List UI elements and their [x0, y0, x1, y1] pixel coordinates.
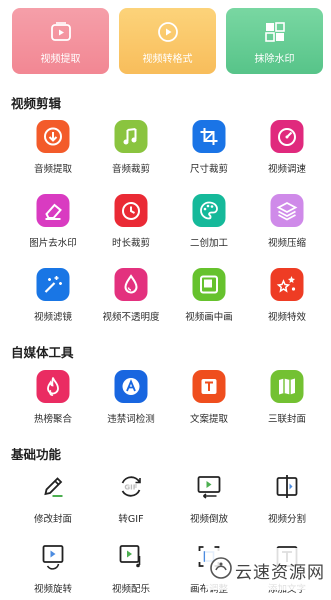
- video-extract-icon: [49, 20, 73, 44]
- tool-label: 视频配乐: [111, 584, 150, 595]
- section-title-video-edit: 视频剪辑: [11, 96, 62, 111]
- effects-stars-icon: [270, 268, 304, 301]
- erase-watermark-icon: [263, 20, 287, 44]
- tool-label: 音频裁剪: [111, 164, 150, 175]
- tool-label: 视频旋转: [33, 584, 72, 595]
- tool-filter[interactable]: 视频滤镜: [17, 268, 89, 328]
- tool-pip[interactable]: 视频画中画: [173, 268, 245, 328]
- music-icon: [115, 540, 148, 573]
- tool-label: 图片去水印: [29, 238, 77, 249]
- erase-watermark-label: 抹除水印: [254, 54, 295, 65]
- word-check-icon: [114, 370, 148, 403]
- tool-label: 修改封面: [33, 514, 72, 525]
- tool-label: 视频特效: [267, 312, 306, 323]
- opacity-drop-icon: [114, 268, 148, 301]
- tool-speed[interactable]: 视频调速: [251, 120, 323, 180]
- tool-text-extract[interactable]: 文案提取: [173, 370, 245, 430]
- tool-audio-trim[interactable]: 音频裁剪: [95, 120, 167, 180]
- tool-compress[interactable]: 视频压缩: [251, 194, 323, 254]
- pip-icon: [192, 268, 226, 301]
- tool-label: 违禁词检测: [107, 414, 155, 425]
- triple-cover-icon: [270, 370, 304, 403]
- tool-label: 视频滤镜: [33, 312, 72, 323]
- video-convert-card[interactable]: 视频转格式: [119, 8, 216, 74]
- speed-icon: [270, 120, 304, 153]
- tool-label: 视频不透明度: [102, 312, 160, 323]
- tool-duration[interactable]: 时长裁剪: [95, 194, 167, 254]
- tool-remix[interactable]: 二创加工: [173, 194, 245, 254]
- reverse-play-icon: [193, 470, 226, 503]
- watermark-text: 云速资源网: [235, 563, 325, 583]
- tool-rotate[interactable]: 视频旋转: [17, 540, 89, 600]
- tool-label: 音频提取: [33, 164, 72, 175]
- tool-word-check[interactable]: 违禁词检测: [95, 370, 167, 430]
- image-eraser-icon: [36, 194, 70, 227]
- video-convert-label: 视频转格式: [142, 54, 193, 65]
- tool-label: 尺寸裁剪: [189, 164, 228, 175]
- erase-watermark-card[interactable]: 抹除水印: [226, 8, 323, 74]
- tool-reverse[interactable]: 视频倒放: [173, 470, 245, 530]
- tool-music[interactable]: 视频配乐: [95, 540, 167, 600]
- tool-label: 文案提取: [189, 414, 228, 425]
- audio-trim-icon: [114, 120, 148, 153]
- tool-label: 转GIF: [118, 514, 144, 525]
- tool-crop[interactable]: 尺寸裁剪: [173, 120, 245, 180]
- hot-flame-icon: [36, 370, 70, 403]
- tool-label: 三联封面: [267, 414, 306, 425]
- tool-split[interactable]: 视频分割: [251, 470, 323, 530]
- tool-to-gif[interactable]: GIF 转GIF: [95, 470, 167, 530]
- tool-label: 视频倒放: [189, 514, 228, 525]
- crop-icon: [192, 120, 226, 153]
- tool-edit-cover[interactable]: 修改封面: [17, 470, 89, 530]
- edit-cover-icon: [37, 470, 70, 503]
- watermark-overlay: 云速资源网: [205, 548, 327, 590]
- tool-label: 视频压缩: [267, 238, 306, 249]
- svg-text:GIF: GIF: [124, 484, 137, 492]
- watermark-logo-icon: [209, 556, 233, 580]
- tool-label: 视频画中画: [185, 312, 233, 323]
- audio-extract-icon: [36, 120, 70, 153]
- filter-sparkle-icon: [36, 268, 70, 301]
- tool-label: 时长裁剪: [111, 238, 150, 249]
- text-extract-icon: [192, 370, 226, 403]
- duration-clock-icon: [114, 194, 148, 227]
- tool-label: 视频分割: [267, 514, 306, 525]
- tool-label: 视频调速: [267, 164, 306, 175]
- tool-triple-cover[interactable]: 三联封面: [251, 370, 323, 430]
- section-title-media-tools: 自媒体工具: [11, 345, 74, 360]
- top-feature-cards: 视频提取 视频转格式 抹除水印: [12, 8, 328, 76]
- tool-image-eraser[interactable]: 图片去水印: [17, 194, 89, 254]
- palette-icon: [192, 194, 226, 227]
- video-extract-label: 视频提取: [40, 54, 81, 65]
- section-title-basic: 基础功能: [11, 447, 62, 462]
- tool-opacity[interactable]: 视频不透明度: [95, 268, 167, 328]
- tool-label: 二创加工: [189, 238, 228, 249]
- layers-icon: [270, 194, 304, 227]
- tool-hot-list[interactable]: 热榜聚合: [17, 370, 89, 430]
- tool-audio-extract[interactable]: 音频提取: [17, 120, 89, 180]
- tool-effects[interactable]: 视频特效: [251, 268, 323, 328]
- split-icon: [271, 470, 304, 503]
- tool-label: 热榜聚合: [33, 414, 72, 425]
- rotate-icon: [37, 540, 70, 573]
- video-extract-card[interactable]: 视频提取: [12, 8, 109, 74]
- video-convert-icon: [156, 20, 180, 44]
- gif-icon: GIF: [115, 470, 148, 503]
